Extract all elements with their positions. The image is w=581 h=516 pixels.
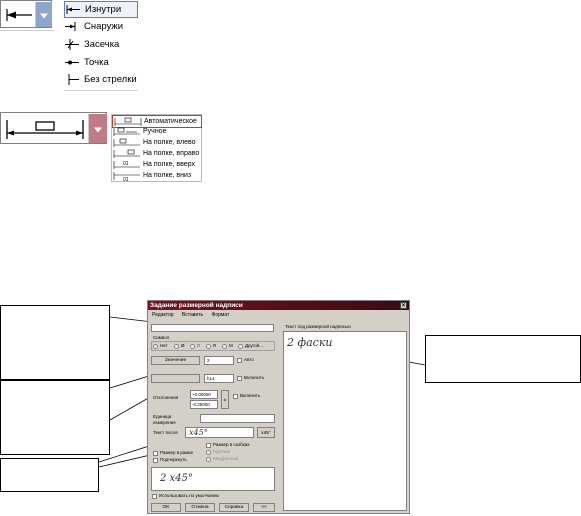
text-after-field[interactable]: x45°	[185, 427, 254, 438]
deviation-lower-text: -0.25000	[192, 402, 210, 407]
in-brackets-checkbox[interactable]	[206, 443, 211, 448]
help-button[interactable]: Справка	[219, 503, 249, 512]
cancel-button[interactable]: Отмена	[185, 503, 215, 512]
text-after-value: x45°	[189, 428, 208, 437]
use-default-label: Использовать по умолчанию	[159, 493, 219, 498]
menu-item-editor[interactable]: Редактор	[152, 312, 174, 318]
tolerance-field-text: h14	[207, 376, 215, 381]
in-frame-checkbox[interactable]	[153, 451, 158, 456]
symbol-label-square: □	[197, 343, 200, 348]
bracket-round-radio[interactable]	[206, 450, 211, 455]
underline-checkbox[interactable]	[153, 458, 158, 463]
below-text-label: Текст под размерной надписью	[285, 324, 351, 329]
deviation-upper-text: +0.00000	[192, 392, 211, 397]
close-button[interactable]: ×	[400, 302, 407, 309]
bracket-round-label: Круглые	[213, 449, 231, 454]
dialog-title-bar: Задание размерной надписи	[148, 301, 409, 310]
symbol-label-diameter: Ø	[181, 343, 185, 348]
dimension-text-dialog: Задание размерной надписи × Редактор Вст…	[147, 300, 410, 514]
preview-text: 2 x45°	[160, 473, 193, 484]
units-field[interactable]	[200, 414, 275, 423]
symbol-radio-square[interactable]	[190, 344, 195, 349]
preview-box: 2 x45°	[151, 467, 275, 491]
tolerance-field[interactable]: h14	[204, 374, 234, 383]
below-text-area[interactable]: 2 фаски	[283, 331, 407, 511]
use-default-checkbox[interactable]	[152, 494, 157, 499]
dialog-menu-bar: Редактор Вставить Формат	[152, 312, 352, 319]
symbol-label-none: Нет	[160, 343, 168, 348]
dialog-title: Задание размерной надписи	[150, 302, 243, 309]
include-tolerance-checkbox[interactable]	[237, 376, 242, 381]
swap-deviations-button[interactable]: ±	[221, 390, 229, 409]
value-field-text: 2	[207, 358, 210, 363]
symbol-radio-other[interactable]	[238, 344, 243, 349]
symbol-label-r: R	[213, 343, 217, 348]
text-after-button[interactable]: x45°	[257, 427, 275, 438]
symbol-radio-m[interactable]	[222, 344, 227, 349]
symbol-radio-diameter[interactable]	[174, 344, 179, 349]
in-frame-label: Размер в рамке	[160, 450, 193, 455]
bracket-square-radio[interactable]	[206, 457, 211, 462]
value-field[interactable]: 2	[204, 356, 234, 365]
deviation-lower-field[interactable]: -0.25000	[190, 400, 218, 409]
menu-item-insert[interactable]: Вставить	[182, 312, 203, 318]
bracket-square-label: Квадратные	[213, 456, 239, 461]
value-button[interactable]: Значение	[151, 356, 200, 365]
symbol-radio-none[interactable]	[153, 344, 158, 349]
ok-button[interactable]: OK	[151, 503, 181, 512]
auto-label: Авто	[244, 357, 254, 362]
collapse-button[interactable]: <<	[253, 503, 275, 512]
symbol-radio-r[interactable]	[206, 344, 211, 349]
symbol-label-m: M	[229, 343, 233, 348]
menu-item-format[interactable]: Формат	[212, 312, 230, 318]
include-deviations-checkbox[interactable]	[233, 394, 238, 399]
close-icon: ×	[401, 303, 406, 309]
symbol-label-other: Другой...	[245, 343, 264, 348]
include-tolerance-label: Включить	[244, 375, 265, 380]
deviation-upper-field[interactable]: +0.00000	[190, 390, 218, 399]
deviations-label: Отклонения	[153, 395, 179, 400]
include-deviations-label: Включить	[240, 393, 261, 398]
text-after-label: Текст после	[153, 430, 178, 435]
tolerance-button[interactable]	[151, 374, 200, 383]
units-label: Единица измерения	[153, 414, 176, 425]
text-before-field[interactable]	[151, 324, 274, 332]
in-brackets-label: Размер в скобках	[213, 442, 250, 447]
below-text-value: 2 фаски	[287, 336, 333, 349]
auto-checkbox[interactable]	[237, 358, 242, 363]
underline-label: Подчеркнуть	[160, 457, 187, 462]
